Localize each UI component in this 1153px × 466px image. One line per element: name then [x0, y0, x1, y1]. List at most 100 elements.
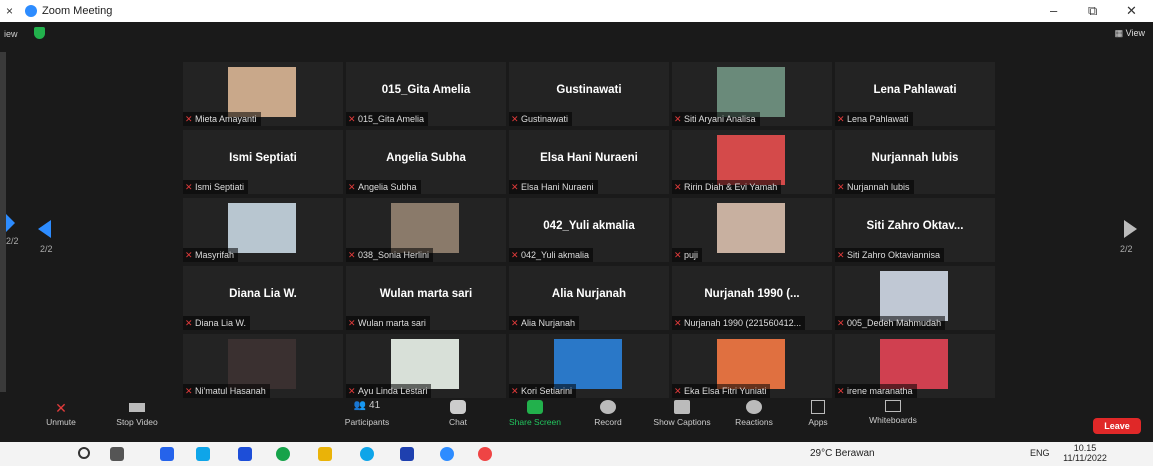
participant-display-name: Nurjannah lubis: [871, 152, 959, 164]
chrome-icon[interactable]: [478, 447, 492, 461]
show-captions-button[interactable]: Show Captions: [646, 400, 718, 427]
restore-button[interactable]: ⧉: [1088, 3, 1097, 19]
muted-mic-icon: ✕: [511, 386, 519, 396]
muted-mic-icon: ✕: [674, 114, 682, 124]
participant-name-bar: ✕ Kori Setiarini: [509, 384, 577, 398]
participant-name-bar: ✕ Siti Aryani Analisa: [672, 112, 760, 126]
weather-text[interactable]: 29°C Berawan: [810, 448, 875, 459]
stop-video-label: Stop Video: [116, 417, 158, 427]
participant-tile[interactable]: Ismi Septiati ✕ Ismi Septiati: [183, 130, 343, 194]
app-icon[interactable]: [238, 447, 252, 461]
stop-video-button[interactable]: Stop Video: [110, 400, 164, 427]
participant-tile[interactable]: Nurjannah lubis ✕ Nurjannah lubis: [835, 130, 995, 194]
right-page-indicator: 2/2: [1120, 244, 1133, 254]
participant-video: [717, 67, 785, 117]
share-screen-label: Share Screen: [509, 417, 561, 427]
spotify-icon[interactable]: [276, 447, 290, 461]
participant-tile[interactable]: ✕ Ayu Linda Lestari: [346, 334, 506, 398]
reactions-label: Reactions: [735, 417, 773, 427]
participant-tile[interactable]: Diana Lia W. ✕ Diana Lia W.: [183, 266, 343, 330]
apps-button[interactable]: Apps: [802, 400, 834, 427]
participant-tile[interactable]: ✕ Ni'matul Hasanah: [183, 334, 343, 398]
participant-name: Nurjannah lubis: [847, 182, 910, 192]
participant-name-bar: ✕ Elsa Hani Nuraeni: [509, 180, 598, 194]
participant-name-bar: ✕ Nurjanah 1990 (221560412...: [672, 316, 806, 330]
muted-mic-icon: ✕: [185, 250, 193, 260]
show-captions-label: Show Captions: [653, 417, 711, 427]
participants-button[interactable]: 👥 41 Participants: [336, 400, 398, 427]
whiteboard-icon: [885, 400, 901, 412]
muted-mic-icon: ✕: [674, 318, 682, 328]
share-screen-button[interactable]: Share Screen: [504, 400, 566, 427]
store-icon[interactable]: [196, 447, 210, 461]
reactions-button[interactable]: Reactions: [728, 400, 780, 427]
participant-tile[interactable]: Nurjanah 1990 (... ✕ Nurjanah 1990 (221560…: [672, 266, 832, 330]
video-camera-icon: [129, 403, 145, 412]
mail-icon[interactable]: [400, 447, 414, 461]
participant-video: [391, 203, 459, 253]
search-icon[interactable]: [78, 447, 90, 459]
record-button[interactable]: Record: [588, 400, 628, 427]
zoom-taskbar-icon[interactable]: [440, 447, 454, 461]
teams-icon[interactable]: [160, 447, 174, 461]
edge-arrow-icon[interactable]: [6, 214, 15, 232]
participant-tile[interactable]: ✕ Kori Setiarini: [509, 334, 669, 398]
participant-tile[interactable]: ✕ Eka Elsa Fitri Yuniati: [672, 334, 832, 398]
muted-mic-icon: ✕: [185, 114, 193, 124]
participant-tile[interactable]: Wulan marta sari ✕ Wulan marta sari: [346, 266, 506, 330]
task-view-icon[interactable]: [110, 447, 124, 461]
participant-tile[interactable]: ✕ Mieta Amayanti: [183, 62, 343, 126]
participant-name: Ismi Septiati: [195, 182, 245, 192]
file-explorer-icon[interactable]: [318, 447, 332, 461]
people-icon: 👥: [353, 400, 367, 411]
participants-label: Participants: [344, 417, 390, 427]
participant-tile[interactable]: Lena Pahlawati ✕ Lena Pahlawati: [835, 62, 995, 126]
previous-page-arrow-icon[interactable]: [38, 220, 51, 238]
participant-name-bar: ✕ Ismi Septiati: [183, 180, 249, 194]
participant-name-bar: ✕ Nurjannah lubis: [835, 180, 914, 194]
participant-tile[interactable]: 015_Gita Amelia ✕ 015_Gita Amelia: [346, 62, 506, 126]
edge-page-indicator: 2/2: [6, 236, 19, 246]
participant-tile[interactable]: 042_Yuli akmalia ✕ 042_Yuli akmalia: [509, 198, 669, 262]
chat-button[interactable]: Chat: [440, 400, 476, 427]
participant-name: Kori Setiarini: [521, 386, 573, 396]
participant-name-bar: ✕ irene maranatha: [835, 384, 917, 398]
participant-name: 042_Yuli akmalia: [521, 250, 590, 260]
participant-tile[interactable]: ✕ Ririn Diah & Evi Yamah: [672, 130, 832, 194]
chat-label: Chat: [449, 417, 467, 427]
participant-name-bar: ✕ Alia Nurjanah: [509, 316, 580, 330]
whiteboards-button[interactable]: Whiteboards: [858, 400, 928, 425]
participant-tile[interactable]: Alia Nurjanah ✕ Alia Nurjanah: [509, 266, 669, 330]
participant-tile[interactable]: ✕ puji: [672, 198, 832, 262]
participant-tile[interactable]: ✕ Masyrifah: [183, 198, 343, 262]
view-button-label: View: [1125, 28, 1145, 38]
close-icon[interactable]: ×: [6, 4, 13, 18]
participant-name: Nurjanah 1990 (221560412...: [684, 318, 802, 328]
participant-tile[interactable]: Elsa Hani Nuraeni ✕ Elsa Hani Nuraeni: [509, 130, 669, 194]
participant-name-bar: ✕ puji: [672, 248, 703, 262]
minimize-button[interactable]: –: [1050, 3, 1057, 18]
participant-tile[interactable]: ✕ Siti Aryani Analisa: [672, 62, 832, 126]
leave-button[interactable]: Leave: [1093, 418, 1141, 434]
security-shield-icon[interactable]: [34, 27, 45, 39]
view-button[interactable]: ▦ View: [1115, 28, 1145, 39]
participant-name-bar: ✕ Angelia Subha: [346, 180, 421, 194]
participant-video: [228, 339, 296, 389]
next-page-arrow-icon[interactable]: [1124, 220, 1137, 238]
unmute-button[interactable]: ✕ Unmute: [40, 400, 82, 427]
muted-mic-icon: ✕: [348, 386, 356, 396]
participant-tile[interactable]: ✕ irene maranatha: [835, 334, 995, 398]
language-indicator[interactable]: ENG: [1030, 448, 1050, 458]
participant-tile[interactable]: Angelia Subha ✕ Angelia Subha: [346, 130, 506, 194]
participant-name-bar: ✕ Gustinawati: [509, 112, 573, 126]
participant-tile[interactable]: Gustinawati ✕ Gustinawati: [509, 62, 669, 126]
participant-name: Ni'matul Hasanah: [195, 386, 266, 396]
participant-tile[interactable]: Siti Zahro Oktav... ✕ Siti Zahro Oktaviann…: [835, 198, 995, 262]
participant-display-name: 042_Yuli akmalia: [543, 220, 635, 232]
close-window-button[interactable]: ✕: [1126, 3, 1137, 19]
skype-icon[interactable]: [360, 447, 374, 461]
participant-tile[interactable]: ✕ 038_Sonia Herlini: [346, 198, 506, 262]
clock[interactable]: 10.15 11/11/2022: [1062, 443, 1108, 463]
grid-icon: ▦: [1114, 28, 1126, 38]
participant-tile[interactable]: ✕ 005_Dedeh Mahmudah: [835, 266, 995, 330]
